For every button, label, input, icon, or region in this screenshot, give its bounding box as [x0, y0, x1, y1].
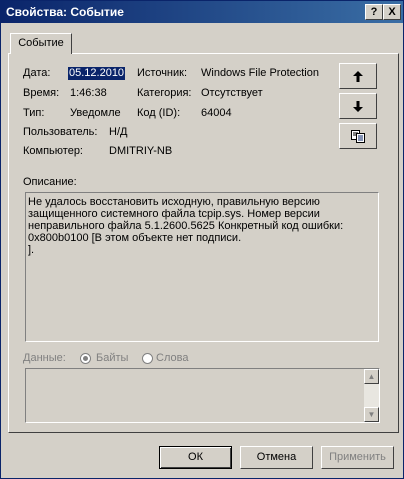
- event-id-value: 64004: [201, 107, 232, 119]
- event-properties-window: Свойства: Событие ? X Событие Дата: 05.1…: [0, 0, 404, 479]
- copy-icon: [351, 129, 365, 143]
- computer-value: DMITRIY-NB: [109, 145, 173, 157]
- copy-button[interactable]: [339, 123, 377, 149]
- description-label: Описание:: [23, 176, 77, 188]
- cancel-button[interactable]: Отмена: [240, 446, 313, 469]
- description-line: Не удалось восстановить исходную, правил…: [28, 196, 320, 208]
- date-value[interactable]: 05.12.2010: [68, 67, 126, 80]
- description-line: неправильного файла 5.1.2600.5625 Конкре…: [28, 220, 344, 232]
- scroll-down-button[interactable]: ▼: [364, 407, 379, 422]
- computer-label: Компьютер:: [23, 145, 83, 157]
- type-label: Тип:: [23, 107, 45, 119]
- scroll-up-button[interactable]: ▲: [364, 369, 379, 384]
- arrow-down-icon: [353, 100, 363, 112]
- user-value: Н/Д: [109, 126, 128, 138]
- previous-event-button[interactable]: [339, 63, 377, 89]
- bytes-radio[interactable]: [80, 353, 91, 364]
- tab-event[interactable]: Событие: [10, 33, 72, 54]
- description-textbox[interactable]: Не удалось восстановить исходную, правил…: [25, 192, 379, 342]
- words-radio[interactable]: [142, 353, 153, 364]
- window-title: Свойства: Событие: [6, 5, 124, 19]
- radio-dot-icon: [83, 356, 88, 361]
- type-value: Уведомле: [70, 107, 121, 119]
- time-value: 1:46:38: [70, 87, 107, 99]
- user-label: Пользователь:: [23, 126, 98, 138]
- vertical-scrollbar[interactable]: ▲ ▼: [364, 369, 379, 422]
- next-event-button[interactable]: [339, 93, 377, 119]
- description-line: защищенного системного файла tcpip.sys. …: [28, 208, 320, 220]
- time-label: Время:: [23, 87, 60, 99]
- source-value: Windows File Protection: [201, 67, 319, 79]
- source-label: Источник:: [137, 67, 188, 79]
- category-label: Категория:: [137, 87, 192, 99]
- data-textbox[interactable]: ▲ ▼: [25, 368, 380, 423]
- words-label: Слова: [156, 352, 189, 364]
- category-value: Отсутствует: [201, 87, 263, 99]
- close-button[interactable]: X: [383, 4, 401, 20]
- description-text: Не удалось восстановить исходную, правил…: [28, 196, 373, 256]
- scroll-down-icon: ▼: [367, 410, 376, 419]
- scroll-up-icon: ▲: [367, 372, 376, 381]
- description-line: 0x800b0100 [В этом объекте нет подписи.: [28, 232, 242, 244]
- description-line: ].: [28, 244, 35, 256]
- bytes-label: Байты: [96, 352, 129, 364]
- help-button[interactable]: ?: [365, 4, 383, 20]
- event-id-label: Код (ID):: [137, 107, 181, 119]
- arrow-up-icon: [353, 70, 363, 82]
- ok-button[interactable]: ОК: [159, 446, 232, 469]
- date-label: Дата:: [23, 67, 51, 79]
- title-bar[interactable]: Свойства: Событие ? X: [1, 1, 403, 23]
- apply-button[interactable]: Применить: [321, 446, 394, 469]
- data-label: Данные:: [23, 352, 66, 364]
